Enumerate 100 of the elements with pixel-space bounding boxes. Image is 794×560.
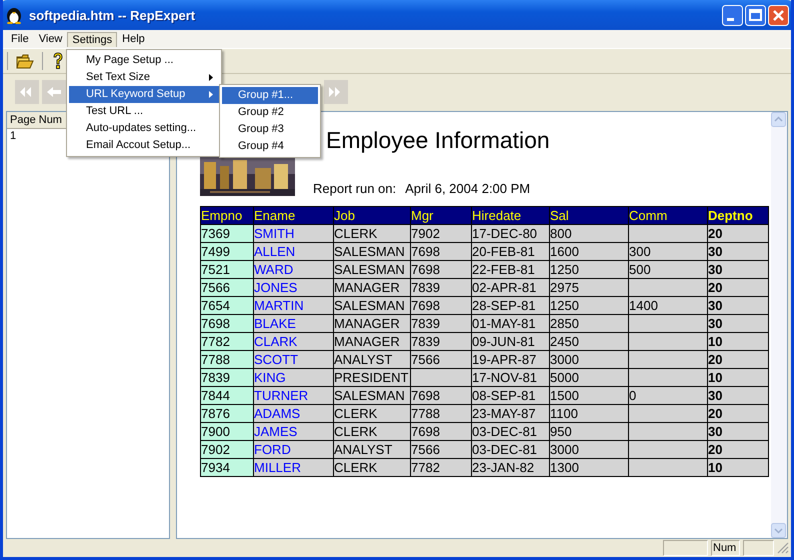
menu-item[interactable]: Group #1... [222, 87, 318, 104]
table-cell: 17-DEC-80 [472, 224, 550, 242]
table-cell: 03-DEC-81 [472, 422, 550, 440]
nav-button[interactable] [42, 80, 66, 104]
table-cell: 7839 [200, 368, 254, 386]
penguin-icon [5, 6, 23, 24]
folder-icon[interactable] [16, 53, 34, 69]
table-cell: 17-NOV-81 [472, 368, 550, 386]
name-link[interactable]: JAMES [254, 422, 334, 440]
nav-button[interactable] [15, 80, 39, 104]
name-link[interactable]: MILLER [254, 458, 334, 476]
table-cell: MANAGER [334, 332, 410, 350]
menu-item[interactable]: URL Keyword Setup [69, 86, 219, 103]
menu-item[interactable]: Help [117, 31, 150, 47]
name-link[interactable]: KING [254, 368, 334, 386]
table-cell: 1250 [550, 260, 628, 278]
name-link[interactable]: SMITH [254, 224, 334, 242]
scrollbar[interactable] [771, 112, 787, 538]
table-cell: SALESMAN [334, 386, 410, 404]
name-link[interactable]: FORD [254, 440, 334, 458]
table-cell: 7788 [410, 404, 472, 422]
menu-item[interactable]: Set Text Size [69, 69, 219, 86]
table-cell: SALESMAN [334, 242, 410, 260]
table-cell: 7698 [200, 314, 254, 332]
table-cell: ANALYST [334, 350, 410, 368]
table-cell: CLERK [334, 422, 410, 440]
table-cell: 02-APR-81 [472, 278, 550, 296]
name-link[interactable]: CLARK [254, 332, 334, 350]
name-link[interactable]: BLAKE [254, 314, 334, 332]
table-cell: 28-SEP-81 [472, 296, 550, 314]
menu-item[interactable]: Group #3 [222, 121, 318, 138]
scroll-up-button[interactable] [771, 112, 786, 127]
table-cell: 7566 [410, 350, 472, 368]
table-cell: 08-SEP-81 [472, 386, 550, 404]
column-header: Ename [254, 206, 334, 224]
menu-item[interactable]: View [34, 31, 68, 47]
table-cell: MANAGER [334, 314, 410, 332]
name-link[interactable]: JONES [254, 278, 334, 296]
table-cell: 30 [708, 314, 768, 332]
run-label: Report run on: [313, 181, 396, 196]
menu-item[interactable]: File [6, 31, 34, 47]
menu-item[interactable]: Group #4 [222, 138, 318, 155]
table-cell: 7900 [200, 422, 254, 440]
table-cell: 7698 [410, 242, 472, 260]
table-cell: 20-FEB-81 [472, 242, 550, 260]
name-link[interactable]: MARTIN [254, 296, 334, 314]
table-cell: 19-APR-87 [472, 350, 550, 368]
table-cell: CLERK [334, 224, 410, 242]
table-cell: CLERK [334, 458, 410, 476]
menu-item[interactable]: My Page Setup ... [69, 52, 219, 69]
menu-item[interactable]: Group #2 [222, 104, 318, 121]
name-link[interactable]: SCOTT [254, 350, 334, 368]
table-cell: 01-MAY-81 [472, 314, 550, 332]
table-cell: 7521 [200, 260, 254, 278]
resize-grip-icon[interactable] [777, 542, 789, 554]
table-cell: 7788 [200, 350, 254, 368]
column-header: Job [334, 206, 410, 224]
table-cell: 1400 [628, 296, 708, 314]
table-cell: 800 [550, 224, 628, 242]
table-cell: 7876 [200, 404, 254, 422]
table-cell: 2975 [550, 278, 628, 296]
nav-button[interactable] [324, 80, 348, 104]
close-button[interactable] [768, 4, 789, 26]
table-cell: 7566 [200, 278, 254, 296]
table-cell: 23-JAN-82 [472, 458, 550, 476]
table-cell: 7839 [410, 332, 472, 350]
left-arrow-icon[interactable] [46, 86, 62, 98]
name-link[interactable]: ALLEN [254, 242, 334, 260]
table-cell: SALESMAN [334, 296, 410, 314]
table-cell: 7902 [410, 224, 472, 242]
table-cell: 30 [708, 260, 768, 278]
table-cell: 23-MAY-87 [472, 404, 550, 422]
table-cell: 7902 [200, 440, 254, 458]
menu-item[interactable]: Email Accout Setup... [69, 137, 219, 154]
table-cell: 7839 [410, 314, 472, 332]
table-cell: 2450 [550, 332, 628, 350]
table-cell: 7369 [200, 224, 254, 242]
table-cell: 22-FEB-81 [472, 260, 550, 278]
table-cell: 7499 [200, 242, 254, 260]
table-cell: 20 [708, 404, 768, 422]
name-link[interactable]: ADAMS [254, 404, 334, 422]
scroll-down-button[interactable] [771, 523, 786, 538]
minimize-button[interactable] [722, 4, 743, 26]
table-cell: 3000 [550, 440, 628, 458]
column-header: Hiredate [472, 206, 550, 224]
name-link[interactable]: WARD [254, 260, 334, 278]
window-title: softpedia.htm -- RepExpert [29, 8, 196, 22]
status-panel [663, 540, 708, 556]
column-header: Empno [200, 206, 254, 224]
name-link[interactable]: TURNER [254, 386, 334, 404]
table-cell: 7698 [410, 260, 472, 278]
table-cell: MANAGER [334, 278, 410, 296]
maximize-button[interactable] [745, 4, 766, 26]
table-cell: 7782 [200, 332, 254, 350]
menu-item[interactable]: Settings [67, 32, 118, 46]
table-cell: 30 [708, 296, 768, 314]
help-icon[interactable] [51, 52, 65, 70]
table-cell: 20 [708, 350, 768, 368]
table-cell: 950 [550, 422, 628, 440]
table-cell: 1500 [550, 386, 628, 404]
